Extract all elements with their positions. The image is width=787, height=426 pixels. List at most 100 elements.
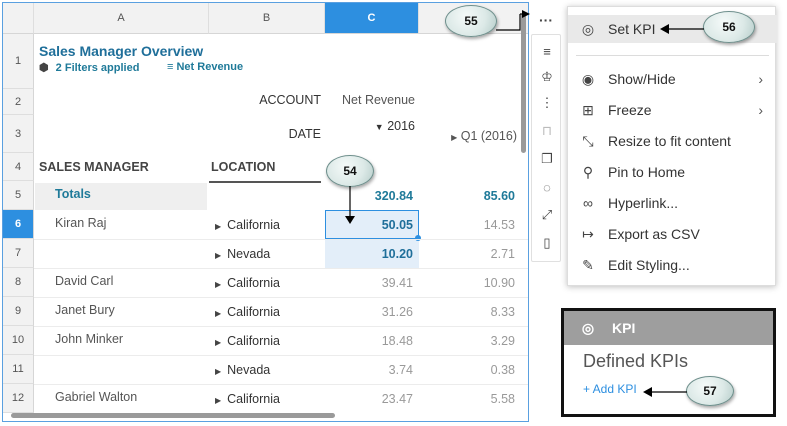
- trophy-icon[interactable]: ♔: [532, 65, 562, 89]
- totals-d[interactable]: 85.60: [435, 189, 515, 203]
- hierarchy-icon[interactable]: ⋮: [532, 91, 562, 115]
- defined-kpis-label: Defined KPIs: [583, 351, 689, 371]
- menu-item-label: Show/Hide: [608, 71, 676, 87]
- callout-54: 54: [326, 155, 374, 187]
- value-cell-d[interactable]: 2.71: [435, 247, 515, 261]
- row-header-6[interactable]: 6: [3, 210, 34, 239]
- manager-cell[interactable]: Kiran Raj: [55, 216, 106, 230]
- value-cell-c[interactable]: 39.41: [333, 276, 413, 290]
- value-cell-d[interactable]: 3.29: [435, 334, 515, 348]
- measure-text: Net Revenue: [176, 61, 244, 73]
- menu-item-hyperlink[interactable]: ∞ Hyperlink...: [568, 189, 777, 217]
- menu-item-edit-styling[interactable]: ✎ Edit Styling...: [568, 251, 777, 279]
- fullscreen-icon[interactable]: ⤢: [532, 203, 562, 227]
- expand-icon: ▶: [215, 338, 222, 347]
- column-header-b[interactable]: B: [209, 3, 325, 34]
- value-cell-d[interactable]: 5.58: [435, 392, 515, 406]
- callout-54-arrow: [345, 186, 355, 224]
- value-cell-c[interactable]: 31.26: [333, 305, 413, 319]
- row-header-12[interactable]: 12: [3, 384, 34, 413]
- column-header-a[interactable]: A: [34, 3, 209, 34]
- row-divider: [34, 326, 528, 327]
- freeze-icon: ⊞: [582, 101, 594, 118]
- location-cell[interactable]: ▶ California: [215, 334, 280, 348]
- row-header-8[interactable]: 8: [3, 268, 34, 297]
- trash-icon[interactable]: ▯: [532, 231, 562, 255]
- widget-title: Sales Manager Overview: [39, 43, 204, 59]
- location-header: LOCATION: [211, 160, 276, 174]
- filters-info[interactable]: ⬢ 2 Filters applied: [39, 61, 139, 74]
- value-cell-d[interactable]: 10.90: [435, 276, 515, 290]
- column-header-c[interactable]: C: [325, 3, 419, 34]
- manager-cell[interactable]: Janet Bury: [55, 303, 115, 317]
- date-q1[interactable]: ▶ Q1 (2016): [423, 129, 517, 143]
- callout-56: 56: [703, 11, 755, 43]
- date-2016[interactable]: ▼ 2016: [329, 119, 415, 133]
- more-options-button[interactable]: ···: [531, 8, 561, 32]
- value-cell-c[interactable]: 10.20: [333, 247, 413, 261]
- date-label: DATE: [288, 127, 321, 141]
- location-label: Nevada: [227, 247, 271, 261]
- row-header-11[interactable]: 11: [3, 355, 34, 384]
- menu-item-resize[interactable]: ⤡ Resize to fit content: [568, 127, 777, 155]
- callout-57: 57: [686, 376, 734, 406]
- callout-55: 55: [445, 5, 497, 37]
- value-cell-d[interactable]: 8.33: [435, 305, 515, 319]
- row-header-5[interactable]: 5: [3, 181, 34, 210]
- resize-icon: ⤡: [582, 132, 594, 149]
- location-label: California: [227, 305, 280, 319]
- menu-item-label: Resize to fit content: [608, 133, 731, 149]
- location-cell[interactable]: ▶ California: [215, 392, 280, 406]
- lock-icon[interactable]: ⊓: [532, 119, 562, 143]
- value-cell-c[interactable]: 3.74: [333, 363, 413, 377]
- comment-icon[interactable]: ◌: [532, 175, 562, 199]
- value-cell-c[interactable]: 18.48: [333, 334, 413, 348]
- widget-toolbar: ≡ ♔ ⋮ ⊓ ❐ ◌ ⤢ ▯: [531, 34, 561, 262]
- location-cell[interactable]: ▶ Nevada: [215, 363, 270, 377]
- account-value: Net Revenue: [342, 93, 415, 107]
- row-header-4[interactable]: 4: [3, 153, 34, 181]
- row-header-3[interactable]: 3: [3, 115, 34, 153]
- row-header-2[interactable]: 2: [3, 89, 34, 115]
- menu-item-pin-to-home[interactable]: ⚲ Pin to Home: [568, 158, 777, 186]
- location-cell[interactable]: ▶ California: [215, 218, 280, 232]
- manager-cell[interactable]: David Carl: [55, 274, 113, 288]
- row-header-9[interactable]: 9: [3, 297, 34, 326]
- copy-icon[interactable]: ❐: [532, 147, 562, 171]
- row-header-1[interactable]: 1: [3, 34, 34, 89]
- horizontal-scrollbar[interactable]: [11, 413, 335, 418]
- manager-cell[interactable]: John Minker: [55, 332, 123, 346]
- row-header-10[interactable]: 10: [3, 326, 34, 355]
- manager-cell[interactable]: Gabriel Walton: [55, 390, 137, 404]
- location-label: California: [227, 392, 280, 406]
- sort-icon[interactable]: ≡: [532, 39, 562, 63]
- expand-icon: ▶: [215, 280, 222, 289]
- location-cell[interactable]: ▶ California: [215, 276, 280, 290]
- measure-info[interactable]: ≡ Net Revenue: [167, 61, 243, 73]
- row-header-7[interactable]: 7: [3, 239, 34, 268]
- callout-57-arrow: [643, 387, 687, 397]
- value-cell-d[interactable]: 0.38: [435, 363, 515, 377]
- menu-item-show-hide[interactable]: ◉ Show/Hide ›: [568, 65, 777, 93]
- value-cell-d[interactable]: 14.53: [435, 218, 515, 232]
- kpi-panel-header: ◎ KPI: [564, 311, 773, 345]
- value-cell-c[interactable]: 23.47: [333, 392, 413, 406]
- menu-item-export-csv[interactable]: ↦ Export as CSV: [568, 220, 777, 248]
- target-icon: ◎: [581, 319, 595, 336]
- location-cell[interactable]: ▶ California: [215, 305, 280, 319]
- chevron-right-icon: ›: [758, 102, 763, 118]
- cube-icon: ⬢: [39, 62, 49, 74]
- location-cell[interactable]: ▶ Nevada: [215, 247, 270, 261]
- expand-icon: ▶: [215, 396, 222, 405]
- menu-item-freeze[interactable]: ⊞ Freeze ›: [568, 96, 777, 124]
- export-icon: ↦: [582, 225, 594, 242]
- collapse-icon: ▼: [374, 122, 384, 132]
- account-label: ACCOUNT: [259, 93, 321, 107]
- kpi-panel-title: KPI: [612, 320, 636, 336]
- kpi-panel: ◎ KPI Defined KPIs + Add KPI: [561, 308, 776, 417]
- corner-header[interactable]: [3, 3, 34, 34]
- row-divider: [34, 297, 528, 298]
- fill-handle[interactable]: [415, 235, 421, 241]
- sales-manager-header: SALES MANAGER: [39, 160, 149, 174]
- vertical-scrollbar[interactable]: [521, 13, 526, 153]
